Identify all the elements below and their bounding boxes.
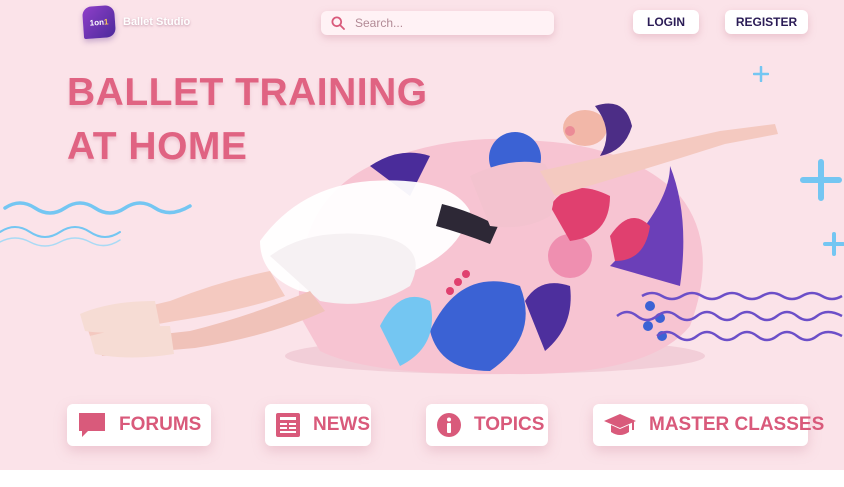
search-input[interactable]: [355, 16, 545, 30]
news-label: NEWS: [313, 414, 370, 435]
forums-button[interactable]: FORUMS: [67, 404, 211, 446]
hero-title-line1: BALLET TRAINING: [67, 71, 428, 114]
newspaper-icon: [276, 413, 300, 437]
logo-badge: 1on 1: [81, 4, 117, 40]
topics-label: TOPICS: [474, 414, 545, 435]
news-button[interactable]: NEWS: [265, 404, 371, 446]
search-bar[interactable]: [321, 11, 554, 35]
forums-label: FORUMS: [119, 414, 202, 435]
page: 1on1 Ballet Studio LOGIN REGISTER BALLET…: [0, 0, 844, 470]
register-button[interactable]: REGISTER: [725, 10, 808, 34]
info-icon: [437, 413, 461, 437]
hero-title: BALLET TRAINING AT HOME: [67, 66, 428, 174]
wave-right-decoration: [616, 291, 843, 342]
topics-button[interactable]: TOPICS: [426, 404, 548, 446]
login-button[interactable]: LOGIN: [633, 10, 699, 34]
hero-title-line2: AT HOME: [67, 125, 248, 168]
graduation-cap-icon: [604, 414, 636, 435]
brand-logo[interactable]: 1on 1 Ballet Studio: [81, 4, 191, 40]
search-icon: [331, 16, 345, 30]
master-classes-button[interactable]: MASTER CLASSES: [593, 404, 824, 446]
chat-icon: [79, 413, 105, 437]
plus-icon: [753, 66, 769, 82]
brand-name: Ballet Studio: [123, 16, 191, 28]
master-classes-label: MASTER CLASSES: [649, 414, 825, 435]
